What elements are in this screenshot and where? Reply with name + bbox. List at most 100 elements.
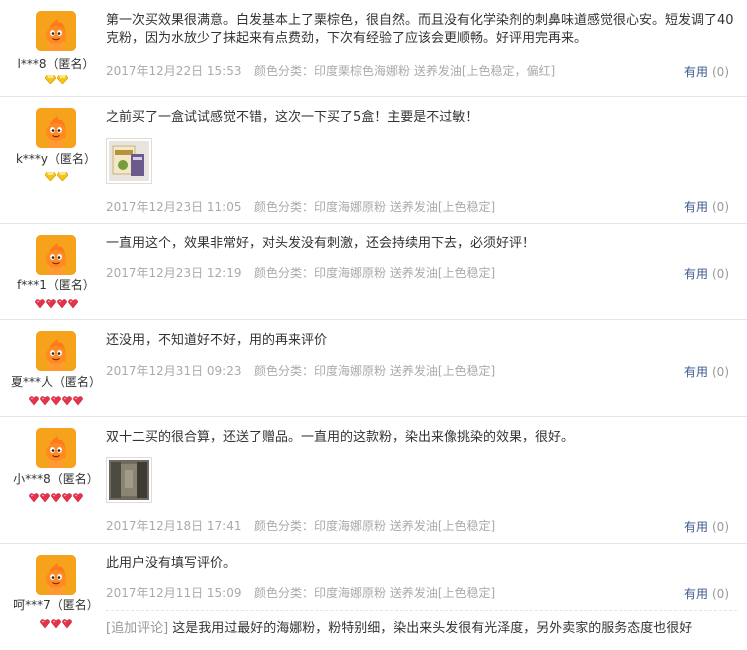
useful-button[interactable]: 有用 (0) [684, 518, 729, 535]
buyer-rank-badge [0, 617, 112, 629]
useful-button[interactable]: 有用 (0) [684, 265, 729, 282]
mascot-avatar-icon [36, 108, 76, 148]
sku-info: 颜色分类：印度海娜原粉 送养发油[上色稳定] [254, 266, 496, 280]
red-heart-icon [40, 394, 50, 408]
yellow-diamond-icon [44, 170, 56, 184]
useful-count: (0) [712, 65, 729, 79]
review-meta: 2017年12月23日 11:05 颜色分类：印度海娜原粉 送养发油[上色稳定] [106, 198, 495, 215]
review-date: 2017年12月23日 11:05 [106, 200, 242, 214]
avatar[interactable] [36, 428, 76, 468]
red-heart-icon [40, 491, 50, 505]
product-photo-image [109, 460, 149, 500]
red-heart-icon [62, 491, 72, 505]
review-text: 双十二买的很合算，还送了赠品。一直用的这款粉，染出来像挑染的效果，很好。 [106, 430, 575, 445]
avatar[interactable] [36, 108, 76, 148]
review-item: 夏***人（匿名） 还没用，不知道好不好，用的再来评价 2017年12月31日 … [0, 320, 747, 417]
useful-button[interactable]: 有用 (0) [684, 198, 729, 215]
review-item: k***y（匿名） 之前买了一盒试试感觉不错，这次一下买了5盒！主要是不过敏！ … [0, 97, 747, 224]
buyer-rank-badge [0, 297, 112, 309]
buyer-rank-badge [0, 491, 112, 503]
sku-info: 颜色分类：印度海娜原粉 送养发油[上色稳定] [254, 586, 496, 600]
sku-info: 颜色分类：印度海娜原粉 送养发油[上色稳定] [254, 200, 496, 214]
useful-count: (0) [712, 365, 729, 379]
yellow-diamond-icon [56, 73, 68, 87]
review-meta: 2017年12月23日 12:19 颜色分类：印度海娜原粉 送养发油[上色稳定] [106, 264, 495, 281]
reviewer-name: k***y（匿名） [15, 152, 97, 166]
buyer-rank-badge [0, 170, 112, 182]
red-heart-icon [73, 491, 83, 505]
useful-label[interactable]: 有用 [684, 365, 708, 379]
review-text: 此用户没有填写评价。 [106, 556, 237, 571]
review-item: 呵***7（匿名） 此用户没有填写评价。 2017年12月11日 15:09 颜色… [0, 544, 747, 650]
review-meta: 2017年12月18日 17:41 颜色分类：印度海娜原粉 送养发油[上色稳定] [106, 517, 495, 534]
useful-button[interactable]: 有用 (0) [684, 363, 729, 380]
useful-label[interactable]: 有用 [684, 520, 708, 534]
review-text: 第一次买效果很满意。白发基本上了栗棕色，很自然。而且没有化学染剂的刺鼻味道感觉很… [106, 13, 734, 46]
review-item: f***1（匿名） 一直用这个，效果非常好，对头发没有刺激，还会持续用下去，必须… [0, 224, 747, 320]
red-heart-icon [62, 394, 72, 408]
red-heart-icon [29, 394, 39, 408]
review-date: 2017年12月18日 17:41 [106, 519, 242, 533]
red-heart-icon [67, 297, 78, 311]
useful-count: (0) [712, 200, 729, 214]
review-photo-thumbnail[interactable] [106, 457, 152, 503]
reviewer-name: 呵***7（匿名） [13, 598, 99, 612]
useful-label[interactable]: 有用 [684, 267, 708, 281]
mascot-avatar-icon [36, 331, 76, 371]
review-item: l***8（匿名） 第一次买效果很满意。白发基本上了栗棕色，很自然。而且没有化学… [0, 0, 747, 97]
review-meta: 2017年12月31日 09:23 颜色分类：印度海娜原粉 送养发油[上色稳定] [106, 362, 495, 379]
mascot-avatar-icon [36, 555, 76, 595]
reviewer-name: 夏***人（匿名） [10, 375, 101, 389]
yellow-diamond-icon [44, 73, 56, 87]
useful-count: (0) [712, 587, 729, 601]
buyer-rank-badge [0, 394, 112, 406]
mascot-avatar-icon [36, 11, 76, 51]
red-heart-icon [29, 491, 39, 505]
sku-info: 颜色分类：印度栗棕色海娜粉 送养发油[上色稳定，偏红] [254, 64, 556, 78]
review-date: 2017年12月23日 12:19 [106, 266, 242, 280]
reviewer-name: l***8（匿名） [17, 57, 95, 71]
red-heart-icon [45, 297, 56, 311]
avatar[interactable] [36, 331, 76, 371]
append-tag: [追加评论] [106, 621, 169, 636]
sku-info: 颜色分类：印度海娜原粉 送养发油[上色稳定] [254, 364, 496, 378]
useful-label[interactable]: 有用 [684, 200, 708, 214]
review-text: 还没用，不知道好不好，用的再来评价 [106, 333, 328, 348]
review-item: 小***8（匿名） 双十二买的很合算，还送了赠品。一直用的这款粉，染出来像挑染的… [0, 417, 747, 544]
review-date: 2017年12月22日 15:53 [106, 64, 242, 78]
reviewer-name: f***1（匿名） [17, 278, 95, 292]
review-text: 一直用这个，效果非常好，对头发没有刺激，还会持续用下去，必须好评！ [106, 236, 536, 251]
avatar[interactable] [36, 555, 76, 595]
sku-info: 颜色分类：印度海娜原粉 送养发油[上色稳定] [254, 519, 496, 533]
useful-button[interactable]: 有用 (0) [684, 585, 729, 602]
reviewer-name: 小***8（匿名） [13, 472, 99, 486]
review-meta: 2017年12月11日 15:09 颜色分类：印度海娜原粉 送养发油[上色稳定] [106, 584, 495, 601]
review-meta: 2017年12月22日 15:53 颜色分类：印度栗棕色海娜粉 送养发油[上色稳定… [106, 62, 555, 79]
red-heart-icon [62, 617, 72, 631]
buyer-rank-badge [0, 73, 112, 85]
useful-count: (0) [712, 520, 729, 534]
yellow-diamond-icon [56, 170, 68, 184]
red-heart-icon [34, 297, 45, 311]
appended-review: [追加评论] 这是我用过最好的海娜粉，粉特别细，染出来头发很有光泽度，另外卖家的… [106, 610, 737, 636]
avatar[interactable] [36, 11, 76, 51]
avatar[interactable] [36, 235, 76, 275]
review-date: 2017年12月31日 09:23 [106, 364, 242, 378]
mascot-avatar-icon [36, 235, 76, 275]
red-heart-icon [40, 617, 50, 631]
review-date: 2017年12月11日 15:09 [106, 586, 242, 600]
red-heart-icon [51, 394, 61, 408]
mascot-avatar-icon [36, 428, 76, 468]
product-photo-image [109, 141, 149, 181]
useful-button[interactable]: 有用 (0) [684, 63, 729, 80]
red-heart-icon [51, 617, 61, 631]
useful-label[interactable]: 有用 [684, 587, 708, 601]
red-heart-icon [51, 491, 61, 505]
review-text: 之前买了一盒试试感觉不错，这次一下买了5盒！主要是不过敏！ [106, 110, 479, 125]
red-heart-icon [56, 297, 67, 311]
review-photo-thumbnail[interactable] [106, 138, 152, 184]
red-heart-icon [73, 394, 83, 408]
useful-label[interactable]: 有用 [684, 65, 708, 79]
appended-review-text: 这是我用过最好的海娜粉，粉特别细，染出来头发很有光泽度，另外卖家的服务态度也很好 [172, 621, 693, 636]
useful-count: (0) [712, 267, 729, 281]
